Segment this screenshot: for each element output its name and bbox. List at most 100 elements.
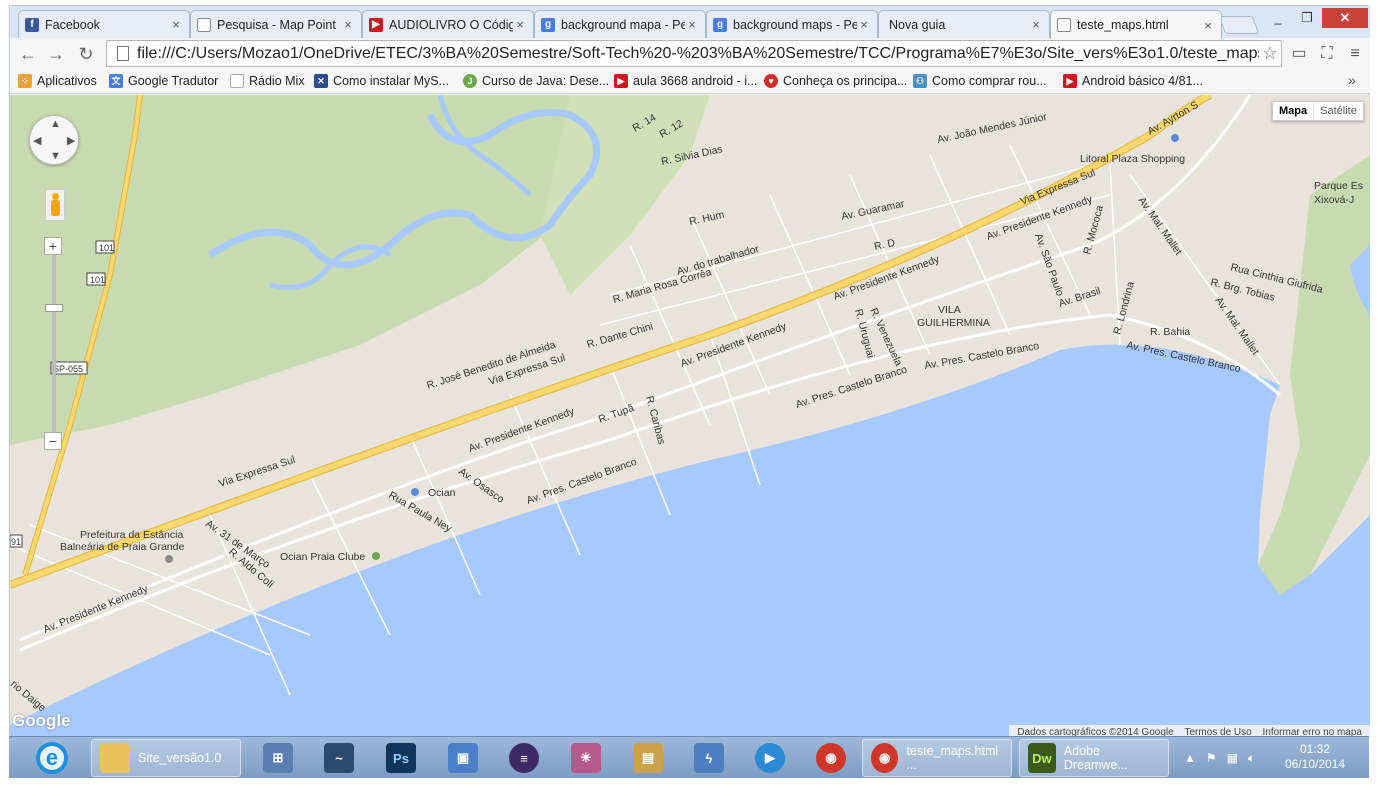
google-logo: Google — [12, 711, 71, 730]
pan-up-icon[interactable]: ▲ — [50, 118, 61, 130]
bookmark-label: Conheça os principa... — [783, 74, 908, 88]
club-marker-icon[interactable] — [372, 552, 380, 560]
bookmark-item[interactable]: Rádio Mix — [230, 72, 305, 90]
poi-label: GUILHERMINA — [917, 317, 990, 329]
mysql-icon: ~ — [324, 743, 354, 773]
tab-close-icon[interactable]: × — [169, 17, 183, 32]
url-text: file:///C:/Users/Mozao1/OneDrive/ETEC/3%… — [137, 44, 1259, 62]
tray-expand-icon[interactable]: ▲ — [1184, 751, 1196, 765]
map-type-control: Mapa Satélite — [1272, 101, 1364, 121]
virtualbox-icon: ▣ — [448, 743, 478, 773]
bookmark-item[interactable]: ✕ Como instalar MyS... — [314, 72, 449, 90]
bookmark-label: Curso de Java: Dese... — [482, 74, 610, 88]
translate-icon: 文 — [109, 74, 123, 88]
city-hall-marker-icon[interactable] — [165, 555, 173, 563]
bookmark-item[interactable]: ▶ Android básico 4/81... — [1063, 72, 1203, 90]
tab-title: Facebook — [45, 17, 100, 32]
flag-icon[interactable]: ⚑ — [1206, 751, 1217, 765]
browser-window: f Facebook × Pesquisa - Map Point × ▶ AUDIOL… — [9, 5, 1370, 736]
taskbar-explorer-button[interactable]: Site_versão1.0 — [91, 739, 241, 777]
map-canvas[interactable]: Via Expressa Sul Via Expressa Sul Via Ex… — [10, 95, 1370, 736]
taskbar-dreamweaver-button[interactable]: Dw Adobe Dreamwe... — [1019, 739, 1169, 777]
taskbar-chrome-button[interactable]: ◉ — [809, 739, 853, 777]
bookmark-item[interactable]: ♥ Conheça os principa... — [764, 72, 907, 90]
pan-right-icon[interactable]: ▶ — [67, 134, 75, 147]
bookmark-item[interactable]: ⁘ Aplicativos — [18, 72, 97, 90]
bookmark-item[interactable]: ⚇ Como comprar rou... — [913, 72, 1047, 90]
taskbar-ie-button[interactable]: e — [15, 739, 89, 777]
poi-marker-icon[interactable] — [411, 488, 419, 496]
minimize-button[interactable]: _ — [1265, 8, 1291, 28]
reload-button[interactable]: ↻ — [74, 43, 98, 65]
tab-close-icon[interactable]: × — [1029, 17, 1043, 32]
tab-title: background mapa - Pe — [561, 17, 685, 32]
tab-teste-maps[interactable]: teste_maps.html × — [1050, 10, 1222, 39]
tab-facebook[interactable]: f Facebook × — [18, 10, 190, 38]
tab-title: Nova guia — [889, 17, 946, 32]
poi-label: Xixová-J — [1314, 194, 1354, 206]
apps-icon: ⁘ — [18, 74, 32, 88]
tab-title: AUDIOLIVRO O Códig — [389, 17, 513, 32]
road-label: R. Hum — [688, 209, 726, 228]
close-window-button[interactable]: ✕ — [1322, 8, 1368, 28]
terms-link[interactable]: Termos de Uso — [1180, 727, 1255, 736]
tab-close-icon[interactable]: × — [685, 17, 699, 32]
taskbar-mysql-button[interactable]: ~ — [317, 739, 361, 777]
taskbar-photoshop-button[interactable]: Ps — [379, 739, 423, 777]
menu-icon[interactable]: ≡ — [1344, 44, 1366, 64]
tab-background-maps[interactable]: g background maps - Pe × — [706, 10, 878, 38]
tab-close-icon[interactable]: × — [513, 17, 527, 32]
map-type-map-button[interactable]: Mapa — [1273, 102, 1315, 120]
report-error-link[interactable]: Informar erro no mapa — [1259, 727, 1367, 736]
tab-nova-guia[interactable]: Nova guia × — [878, 10, 1050, 38]
volume-icon[interactable]: 🔈︎ — [1248, 751, 1255, 766]
pan-down-icon[interactable]: ▼ — [50, 150, 61, 162]
map-type-satellite-button[interactable]: Satélite — [1314, 102, 1363, 120]
zoom-out-button[interactable]: − — [44, 432, 62, 450]
forward-button[interactable]: → — [44, 43, 68, 65]
photoshop-icon: Ps — [386, 743, 416, 773]
molecule-icon: ✳ — [571, 743, 601, 773]
bookmark-item[interactable]: 文 Google Tradutor — [109, 72, 218, 90]
taskbar-molecule-button[interactable]: ✳ — [564, 739, 608, 777]
tab-close-icon[interactable]: × — [341, 17, 355, 32]
back-button[interactable]: ← — [16, 43, 40, 65]
tab-close-icon[interactable]: × — [857, 17, 871, 32]
fullscreen-icon[interactable]: ⛶ — [1316, 44, 1338, 64]
page-icon — [230, 74, 244, 88]
bookmark-item[interactable]: ▶ aula 3668 android - i... — [614, 72, 757, 90]
bookmarks-more-button[interactable]: » — [1348, 72, 1356, 88]
taskbar-network-button[interactable]: ⊞ — [256, 739, 300, 777]
road-label: Av. São Paulo — [1032, 232, 1066, 298]
taskbar-eclipse-button[interactable]: ≡ — [502, 739, 546, 777]
zoom-in-button[interactable]: + — [44, 237, 62, 255]
google-icon: g — [713, 17, 727, 32]
bookmark-label: Como instalar MyS... — [333, 74, 450, 88]
zoom-slider-track[interactable] — [52, 241, 56, 441]
tab-background-mapa[interactable]: g background mapa - Pe × — [534, 10, 706, 38]
address-bar[interactable]: file:///C:/Users/Mozao1/OneDrive/ETEC/3%… — [106, 40, 1282, 67]
zoom-slider-thumb[interactable] — [45, 304, 63, 312]
new-tab-button[interactable] — [1218, 16, 1260, 34]
package-icon: ▤ — [633, 743, 663, 773]
page-icon — [197, 17, 211, 32]
pan-left-icon[interactable]: ◀ — [33, 134, 41, 147]
map-attribution: Dados cartográficos ©2014 Google Termos … — [1009, 725, 1370, 736]
clock[interactable]: 01:32 06/10/2014 — [1277, 742, 1353, 772]
taskbar-virtualbox-button[interactable]: ▣ — [441, 739, 485, 777]
shopping-marker-icon[interactable] — [1171, 134, 1179, 142]
tab-close-icon[interactable]: × — [1201, 18, 1215, 33]
taskbar-package-button[interactable]: ▤ — [626, 739, 670, 777]
tab-audiolivro[interactable]: ▶ AUDIOLIVRO O Códig × — [362, 10, 534, 38]
bookmark-star-icon[interactable]: ☆ — [1259, 43, 1281, 64]
network-tray-icon[interactable]: ▦ — [1227, 751, 1238, 765]
taskbar-flash-button[interactable]: ϟ — [687, 739, 731, 777]
pan-control[interactable]: ▲ ▼ ◀ ▶ — [29, 115, 79, 165]
tab-map-point[interactable]: Pesquisa - Map Point × — [190, 10, 362, 38]
maximize-button[interactable]: ❐ — [1294, 8, 1320, 28]
street-view-pegman-icon[interactable] — [45, 189, 65, 221]
taskbar-media-player-button[interactable]: ▶ — [748, 739, 792, 777]
taskbar-chrome-window-button[interactable]: ◉ teste_maps.html ... — [862, 739, 1012, 777]
cast-icon[interactable]: ▭ — [1288, 44, 1310, 64]
bookmark-item[interactable]: J Curso de Java: Dese... — [463, 72, 609, 90]
